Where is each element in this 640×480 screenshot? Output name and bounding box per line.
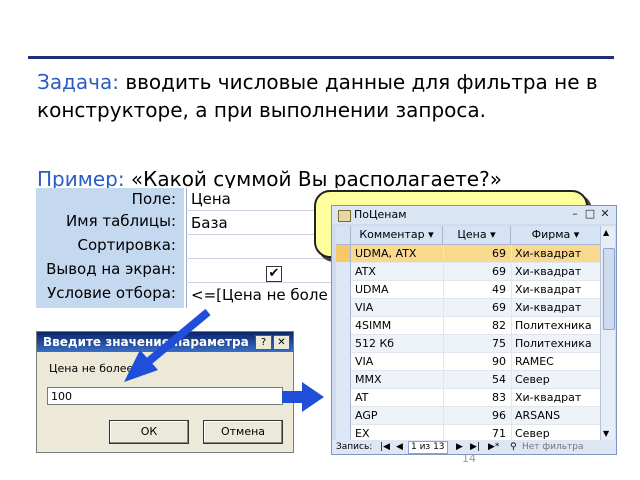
diagonal-arrow-icon bbox=[124, 308, 211, 382]
right-arrow-icon bbox=[282, 382, 324, 412]
arrows-layer bbox=[124, 308, 324, 412]
page-number: 14 bbox=[462, 452, 476, 465]
